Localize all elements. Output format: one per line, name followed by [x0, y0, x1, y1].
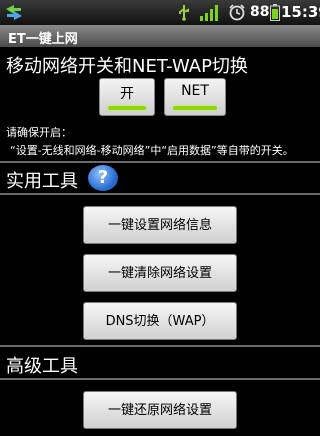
help-icon[interactable]: ?	[88, 165, 118, 191]
set-network-info-button[interactable]: 一键设置网络信息	[83, 206, 237, 244]
clear-network-settings-button[interactable]: 一键清除网络设置	[83, 254, 237, 292]
on-indicator	[108, 106, 146, 110]
clock-time: 15:39	[281, 3, 320, 21]
app-title: ET一键上网	[8, 32, 78, 47]
note-line-2: “设置-无线和网络-移动网络”中“启用数据”等自带的开关。	[10, 144, 294, 157]
app-title-bar: ET一键上网	[0, 25, 320, 47]
divider	[0, 161, 320, 163]
status-bar: 88 15:39	[0, 0, 320, 25]
signal-strength-icon	[200, 5, 218, 21]
alarm-clock-icon	[229, 4, 245, 21]
usb-icon	[179, 5, 189, 21]
mobile-switch-heading: 移动网络开关和NET-WAP切换	[6, 56, 248, 77]
data-transfer-icon	[6, 5, 22, 20]
note-line-1: 请确保开启：	[6, 126, 72, 139]
mobile-data-on-button[interactable]: 开	[99, 78, 155, 116]
on-button-label: 开	[120, 86, 134, 102]
net-button-label: NET	[181, 83, 209, 99]
net-wap-toggle-button[interactable]: NET	[164, 78, 226, 116]
advanced-heading: 高级工具	[6, 356, 78, 377]
utilities-heading: 实用工具	[6, 171, 78, 192]
dns-switch-button[interactable]: DNS切换（WAP）	[83, 302, 237, 340]
battery-icon	[270, 4, 280, 21]
divider	[0, 378, 320, 380]
divider	[0, 193, 320, 195]
net-indicator	[173, 106, 217, 110]
restore-network-settings-button[interactable]: 一键还原网络设置	[83, 391, 237, 429]
battery-percent: 88	[250, 4, 270, 20]
divider	[0, 345, 320, 347]
